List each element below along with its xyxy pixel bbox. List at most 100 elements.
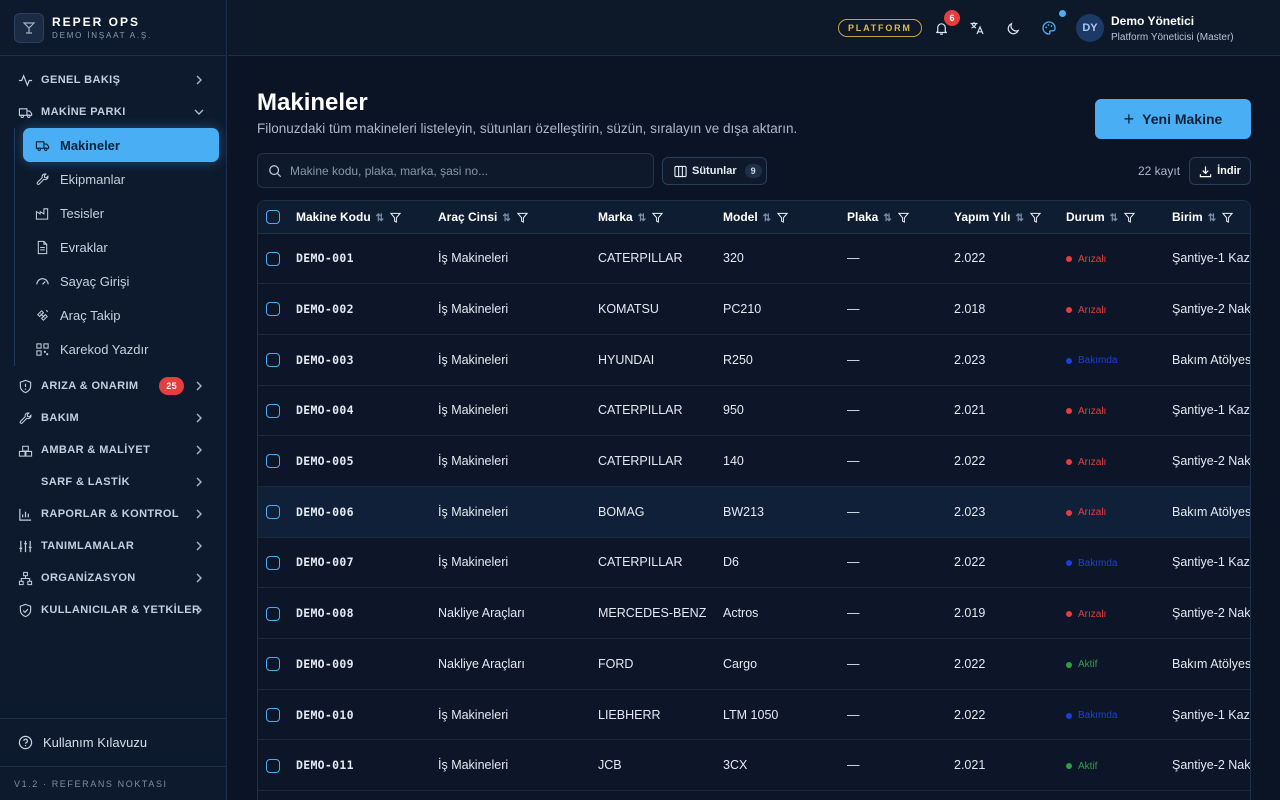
sort-icon[interactable]: ⇅	[883, 213, 891, 224]
column-header-arac-cinsi[interactable]: Araç Cinsi ⇅	[438, 201, 598, 234]
search-input[interactable]: Makine kodu, plaka, marka, şasi no...	[290, 164, 488, 178]
sidebar-group-raporlar-and-kontrol[interactable]: RAPORLAR & KONTROL	[0, 498, 226, 530]
cell-year: 2.022	[954, 555, 986, 570]
sidebar-item-karekod-yazdir[interactable]: Karekod Yazdır	[23, 332, 226, 366]
table-row[interactable]: DEMO-007 İş Makineleri CATERPILLAR D6 — 2.022…	[258, 537, 1250, 589]
help-link[interactable]: Kullanım Kılavuzu	[0, 718, 227, 766]
user-name[interactable]: Demo Yönetici	[1111, 14, 1194, 28]
sort-icon[interactable]: ⇅	[638, 213, 646, 224]
sort-icon[interactable]: ⇅	[502, 213, 510, 224]
sidebar-item-makineler[interactable]: Makineler	[23, 128, 219, 162]
sidebar-group-organizasyon[interactable]: ORGANİZASYON	[0, 562, 226, 594]
translate-icon[interactable]	[967, 18, 987, 38]
row-checkbox[interactable]	[266, 403, 280, 418]
cell-vehicle-type: İş Makineleri	[438, 454, 509, 469]
row-checkbox[interactable]	[266, 707, 280, 722]
sidebar-item-evraklar[interactable]: Evraklar	[23, 230, 226, 264]
table-row[interactable]: DEMO-002 İş Makineleri KOMATSU PC210 — 2.018 A…	[258, 283, 1250, 335]
table-row[interactable]: DEMO-006 İş Makineleri BOMAG BW213 — 2.023 Arı…	[258, 486, 1250, 538]
machine-code[interactable]: DEMO-008	[296, 606, 354, 620]
column-header-birim[interactable]: Birim ⇅	[1172, 201, 1250, 234]
table-row[interactable]: DEMO-005 İş Makineleri CATERPILLAR 140 — 2.02…	[258, 435, 1250, 487]
sidebar-group-sarf-and-lastik[interactable]: SARF & LASTİK	[0, 466, 226, 498]
row-checkbox[interactable]	[266, 505, 280, 520]
sort-icon[interactable]: ⇅	[1110, 213, 1118, 224]
row-checkbox[interactable]	[266, 302, 280, 317]
sidebar-item-arac-takip[interactable]: Araç Takip	[23, 298, 226, 332]
table-row[interactable]: DEMO-003 İş Makineleri HYUNDAI R250 — 2.023 Ba…	[258, 334, 1250, 386]
version-label: V1.2 · REFERANS NOKTASI	[0, 766, 227, 800]
cell-year: 2.022	[954, 707, 986, 722]
table-row[interactable]: DEMO-010 İş Makineleri LIEBHERR LTM 1050 — 2.…	[258, 689, 1250, 741]
filter-icon[interactable]	[892, 210, 909, 224]
new-machine-button[interactable]: + Yeni Makine	[1095, 99, 1251, 139]
filter-icon[interactable]	[511, 210, 528, 224]
columns-button[interactable]: Sütunlar 9	[662, 157, 767, 185]
sidebar-group-genel-bakis[interactable]: GENEL BAKIŞ	[0, 64, 226, 96]
table-row[interactable]: DEMO-008 Nakliye Araçları MERCEDES-BENZ Act…	[258, 587, 1250, 639]
moon-icon[interactable]	[1003, 18, 1023, 38]
column-header-model[interactable]: Model ⇅	[723, 201, 847, 234]
table-row[interactable]: DEMO-011 İş Makineleri JCB 3CX — 2.021 Aktif Şa…	[258, 739, 1250, 792]
machine-code[interactable]: DEMO-009	[296, 657, 354, 671]
machine-code[interactable]: DEMO-005	[296, 454, 354, 468]
row-checkbox[interactable]	[266, 454, 280, 469]
sort-icon[interactable]: ⇅	[763, 213, 771, 224]
sidebar-group-tanimlamalar[interactable]: TANIMLAMALAR	[0, 530, 226, 562]
row-checkbox[interactable]	[266, 555, 280, 570]
machine-code[interactable]: DEMO-011	[296, 758, 354, 772]
filter-icon[interactable]	[1118, 210, 1136, 224]
table-row[interactable]: DEMO-001 İş Makineleri CATERPILLAR 320 — 2.02…	[258, 233, 1250, 285]
column-header-plaka[interactable]: Plaka ⇅	[847, 201, 954, 234]
status-dot	[1059, 10, 1066, 17]
download-button[interactable]: İndir	[1189, 157, 1251, 185]
machine-code[interactable]: DEMO-004	[296, 403, 354, 417]
cell-brand: CATERPILLAR	[598, 454, 683, 469]
brand[interactable]: REPER OPS DEMO İNŞAAT A.Ş.	[0, 0, 226, 56]
table-row[interactable]: DEMO-009 Nakliye Araçları FORD Cargo — 2.022 A…	[258, 638, 1250, 690]
filter-icon[interactable]	[1216, 210, 1234, 224]
table-row[interactable]: DEMO-004 İş Makineleri CATERPILLAR 950 — 2.02…	[258, 385, 1250, 437]
cell-brand: MERCEDES-BENZ	[598, 606, 707, 621]
avatar[interactable]: DY	[1076, 14, 1104, 42]
column-header-marka[interactable]: Marka ⇅	[598, 201, 723, 234]
row-checkbox[interactable]	[266, 251, 280, 266]
column-header-durum[interactable]: Durum ⇅	[1066, 201, 1172, 234]
palette-icon[interactable]	[1039, 18, 1059, 38]
row-checkbox[interactable]	[266, 657, 280, 672]
record-count: 22 kayıt	[1138, 164, 1181, 178]
row-checkbox[interactable]	[266, 758, 280, 773]
machine-code[interactable]: DEMO-002	[296, 302, 354, 316]
filter-icon[interactable]	[771, 210, 789, 224]
column-header-makine-kodu[interactable]: Makine Kodu ⇅	[296, 201, 438, 234]
filter-icon[interactable]	[1024, 210, 1042, 224]
sidebar-item-tesisler[interactable]: Tesisler	[23, 196, 226, 230]
select-all-checkbox[interactable]	[266, 210, 280, 225]
filter-icon[interactable]	[384, 210, 402, 224]
sidebar-group-ariza-and-onarim[interactable]: ARIZA & ONARIM 25	[0, 370, 226, 402]
sidebar-group-kullanicilar-and-yetkiler[interactable]: KULLANICILAR & YETKİLER	[0, 594, 226, 626]
sort-icon[interactable]: ⇅	[376, 213, 384, 224]
column-header-yapim-yili[interactable]: Yapım Yılı ⇅	[954, 201, 1066, 234]
sidebar-item-sayac-girisi[interactable]: Sayaç Girişi	[23, 264, 226, 298]
sidebar-group-ambar-and-maliyet[interactable]: AMBAR & MALİYET	[0, 434, 226, 466]
sidebar-group-makine-parki[interactable]: MAKİNE PARKI	[0, 96, 226, 128]
sort-icon[interactable]: ⇅	[1208, 213, 1216, 224]
sidebar-group-bakim[interactable]: BAKIM	[0, 402, 226, 434]
machine-code[interactable]: DEMO-006	[296, 505, 354, 519]
row-checkbox[interactable]	[266, 606, 280, 621]
filter-icon[interactable]	[646, 210, 664, 224]
row-checkbox[interactable]	[266, 353, 280, 368]
status-dot-icon	[1066, 712, 1072, 719]
machine-code[interactable]: DEMO-007	[296, 555, 354, 569]
wrench-icon	[34, 171, 50, 187]
machine-code[interactable]: DEMO-003	[296, 353, 354, 367]
machine-code[interactable]: DEMO-001	[296, 251, 354, 265]
platform-badge[interactable]: PLATFORM	[838, 19, 922, 37]
sidebar-item-ekipmanlar[interactable]: Ekipmanlar	[23, 162, 226, 196]
status-dot-icon	[1066, 307, 1072, 314]
machine-code[interactable]: DEMO-010	[296, 708, 354, 722]
status-text: Aktif	[1078, 760, 1098, 772]
sort-icon[interactable]: ⇅	[1015, 213, 1023, 224]
search-box[interactable]: Makine kodu, plaka, marka, şasi no...	[257, 153, 654, 188]
